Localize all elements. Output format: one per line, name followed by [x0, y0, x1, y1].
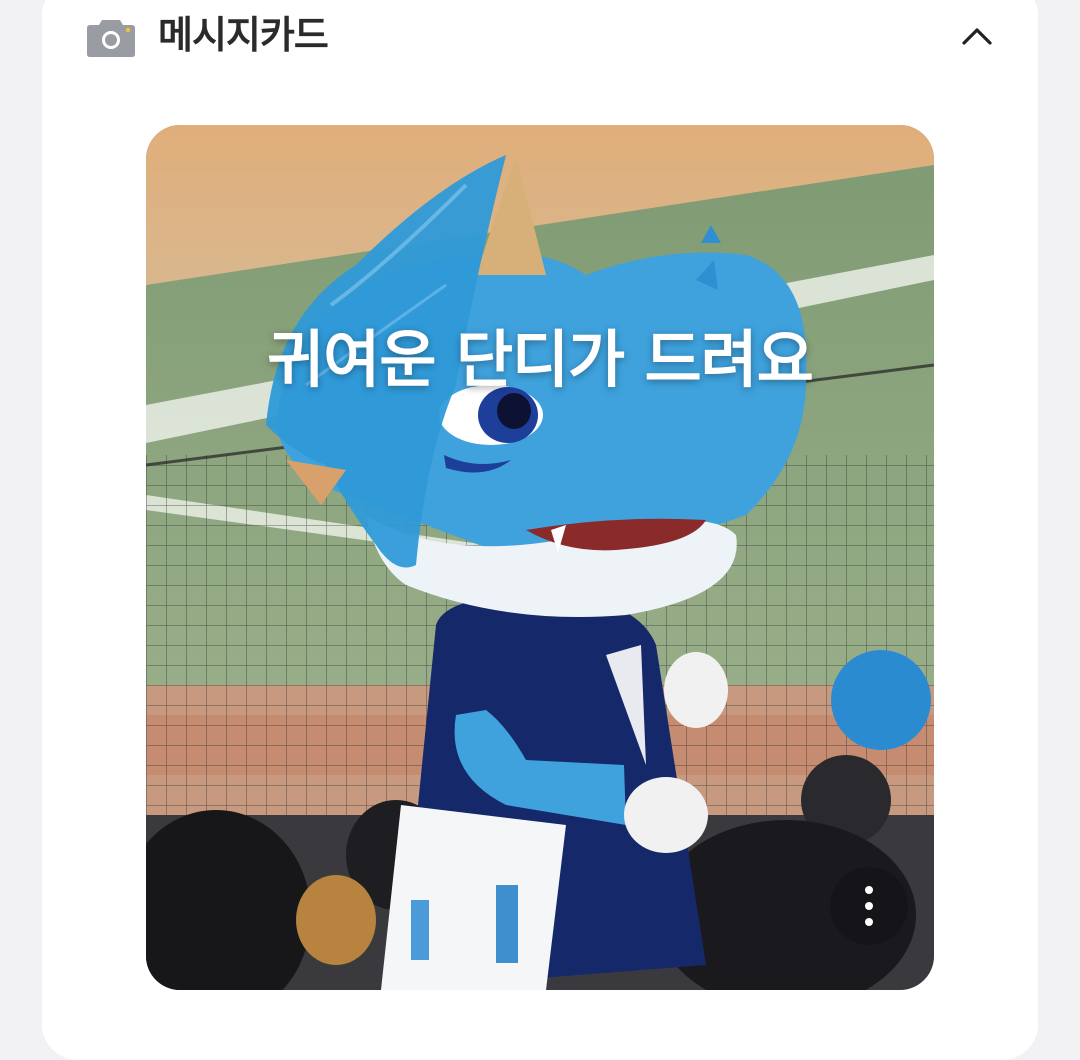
message-card-image[interactable]: 귀여운 단디가 드려요	[146, 125, 934, 990]
camera-icon	[87, 20, 135, 57]
more-vertical-icon	[865, 886, 873, 894]
mascot-photo	[146, 125, 934, 990]
message-card-panel: 메시지카드 귀여운 단디가 드려요	[42, 0, 1038, 1060]
section-title: 메시지카드	[158, 13, 329, 57]
more-options-button[interactable]	[830, 867, 908, 945]
chevron-up-icon[interactable]	[954, 14, 1000, 60]
card-caption: 귀여운 단디가 드려요	[267, 323, 814, 396]
section-header[interactable]: 메시지카드	[42, 0, 1038, 72]
more-dot	[865, 902, 873, 910]
more-dot	[865, 918, 873, 926]
